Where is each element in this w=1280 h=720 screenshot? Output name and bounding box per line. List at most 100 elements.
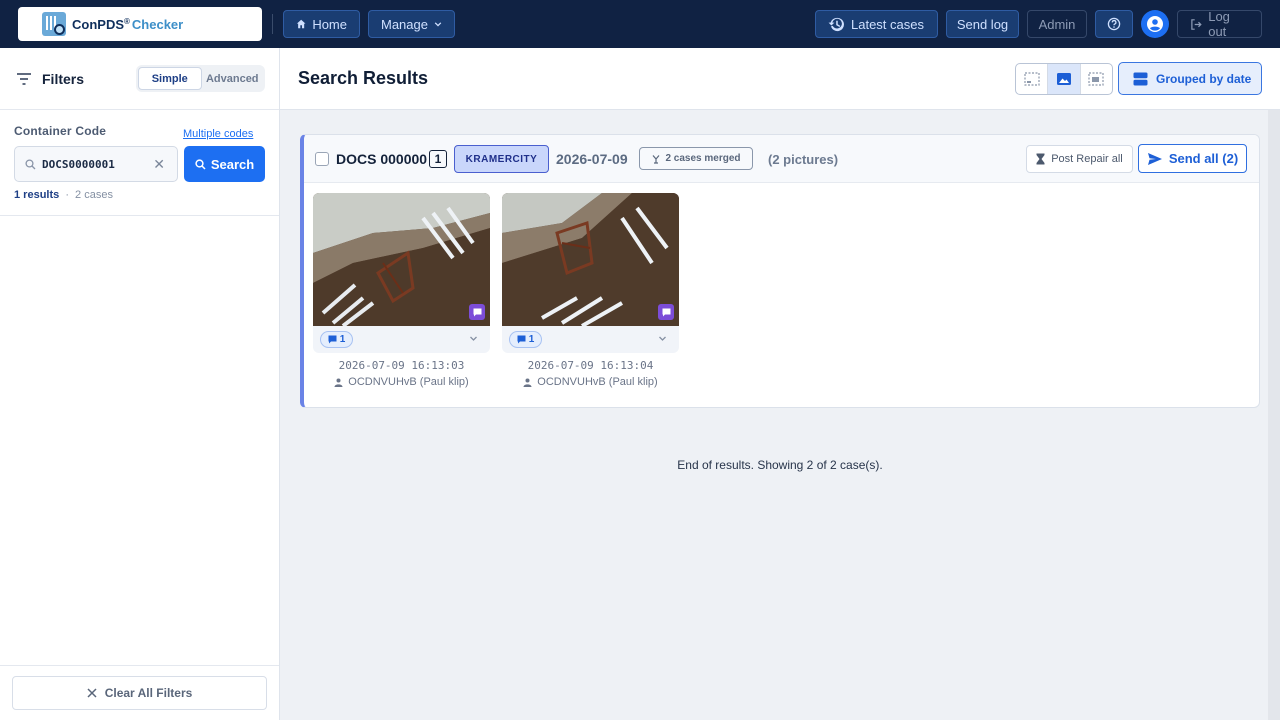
mode-advanced[interactable]: Advanced [202, 67, 264, 90]
hourglass-icon [1036, 153, 1045, 165]
clear-input-icon[interactable]: ✕ [153, 157, 165, 171]
comment-icon [517, 335, 526, 344]
send-all-button[interactable]: Send all (2) [1138, 144, 1247, 173]
sidebar-footer-divider [0, 665, 279, 666]
photo-card[interactable]: 1 2026-07-09 16:13:04 OCDNVUHvB (Paul kl… [502, 193, 679, 388]
latest-cases-button[interactable]: Latest cases [815, 10, 938, 38]
damage-photo[interactable] [502, 193, 679, 326]
post-repair-all-button[interactable]: Post Repair all [1026, 145, 1133, 173]
send-log-label: Send log [956, 16, 1009, 32]
help-button[interactable] [1095, 10, 1133, 38]
photo-author: OCDNVUHvB (Paul klip) [502, 376, 679, 388]
search-button-label: Search [210, 156, 255, 172]
send-icon [1147, 152, 1162, 165]
page-title: Search Results [298, 68, 429, 88]
person-icon [334, 378, 343, 387]
results-header: Search Results Grouped by date [280, 48, 1280, 110]
grouped-by-date-button[interactable]: Grouped by date [1118, 62, 1262, 95]
comment-count: 1 [339, 334, 346, 345]
photo-image [313, 193, 490, 326]
grouping-icon [1133, 72, 1148, 85]
clear-all-filters-button[interactable]: Clear All Filters [12, 676, 267, 710]
photo-toolbar: 1 [313, 326, 490, 353]
grouped-by-date-label: Grouped by date [1156, 71, 1252, 86]
user-avatar-button[interactable] [1141, 10, 1169, 38]
search-icon [195, 158, 206, 170]
container-code-input[interactable] [42, 157, 147, 171]
photo-image [502, 193, 679, 326]
chevron-down-icon[interactable] [469, 334, 478, 343]
home-icon [296, 19, 306, 29]
search-button[interactable]: Search [184, 146, 265, 182]
app-logo[interactable]: ConPDS® Checker [18, 7, 262, 41]
logout-icon [1191, 18, 1202, 30]
manage-menu-button[interactable]: Manage [368, 10, 455, 38]
pictures-count: (2 pictures) [768, 152, 839, 167]
comment-count-pill[interactable]: 1 [509, 331, 542, 348]
photo-card[interactable]: 1 2026-07-09 16:13:03 OCDNVUHvB (Paul kl… [313, 193, 490, 388]
user-circle-icon [1147, 16, 1163, 32]
close-icon [87, 688, 97, 698]
person-icon [523, 378, 532, 387]
photo-timestamp: 2026-07-09 16:13:04 [527, 359, 654, 372]
manage-label: Manage [381, 16, 428, 32]
container-code: DOCS 000000 [336, 151, 428, 167]
latest-cases-label: Latest cases [851, 16, 924, 32]
top-bar: ConPDS® Checker Home Manage Latest cases … [0, 0, 1280, 48]
end-of-results-text: End of results. Showing 2 of 2 case(s). [677, 458, 883, 472]
mode-simple[interactable]: Simple [138, 67, 202, 90]
view-images[interactable] [1048, 64, 1081, 94]
help-icon [1107, 17, 1121, 31]
admin-label: Admin [1038, 16, 1076, 32]
damage-photo[interactable] [313, 193, 490, 326]
filter-mode-toggle: Simple Advanced [136, 65, 265, 92]
case-group-card: DOCS 000000 1 KRAMERCITY 2026-07-09 2 ca… [300, 134, 1260, 408]
compact-view-icon [1024, 72, 1040, 86]
location-badge: KRAMERCITY [454, 145, 549, 173]
home-label: Home [312, 16, 347, 32]
app-title: ConPDS® Checker [72, 16, 184, 32]
view-mode-toggle [1015, 63, 1113, 95]
results-separator: · [65, 189, 69, 201]
comment-count: 1 [528, 334, 535, 345]
photo-author-name: OCDNVUHvB (Paul klip) [537, 376, 658, 388]
post-repair-all-label: Post Repair all [1051, 153, 1123, 165]
chevron-down-icon [434, 22, 442, 27]
search-icon [25, 158, 36, 169]
logout-label: Log out [1208, 9, 1230, 39]
send-all-label: Send all (2) [1168, 151, 1239, 166]
sidebar-divider [0, 215, 279, 216]
results-count: 1 results [14, 189, 60, 201]
merge-icon [653, 154, 660, 164]
container-code-label: Container Code [14, 124, 107, 138]
detail-view-icon [1088, 72, 1104, 86]
comment-icon [328, 335, 337, 344]
send-log-button[interactable]: Send log [946, 10, 1019, 38]
view-detail[interactable] [1081, 64, 1112, 94]
container-code-field[interactable]: ✕ [14, 146, 178, 182]
view-compact[interactable] [1016, 64, 1049, 94]
case-date: 2026-07-09 [556, 151, 628, 167]
filters-header: Filters Simple Advanced [0, 48, 279, 110]
merged-cases-label: 2 cases merged [665, 153, 741, 164]
filter-list-icon [17, 73, 31, 85]
has-comments-icon [658, 304, 674, 320]
home-button[interactable]: Home [283, 10, 360, 38]
logo-icon [42, 12, 66, 36]
comment-count-pill[interactable]: 1 [320, 331, 353, 348]
history-icon [828, 17, 844, 31]
image-view-icon [1056, 73, 1071, 85]
admin-button[interactable]: Admin [1027, 10, 1087, 38]
chevron-down-icon[interactable] [658, 334, 667, 343]
select-group-checkbox[interactable] [315, 152, 329, 166]
multiple-codes-link[interactable]: Multiple codes [183, 128, 253, 140]
results-scrollbar[interactable] [1268, 110, 1280, 720]
logout-button[interactable]: Log out [1177, 9, 1262, 39]
nav-divider [272, 14, 273, 34]
has-comments-icon [469, 304, 485, 320]
container-check-digit: 1 [429, 150, 447, 168]
merged-cases-badge: 2 cases merged [639, 147, 753, 170]
photo-author: OCDNVUHvB (Paul klip) [313, 376, 490, 388]
photo-timestamp: 2026-07-09 16:13:03 [338, 359, 465, 372]
clear-all-label: Clear All Filters [104, 686, 193, 700]
